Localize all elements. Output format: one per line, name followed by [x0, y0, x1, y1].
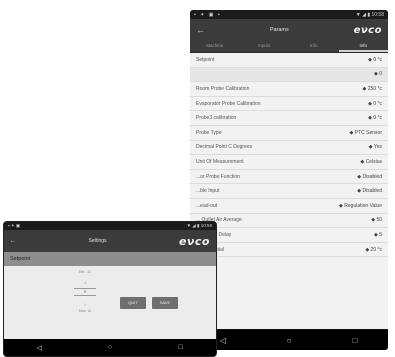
- value-picker[interactable]: Min: -10 -1 0 1 Max: 10: [66, 268, 104, 338]
- list-item[interactable]: ...ead-out ◆ Regulation Value: [190, 199, 388, 214]
- list-item[interactable]: Setpoint ◆ 0 °c: [190, 53, 388, 68]
- back-arrow-icon[interactable]: ←: [196, 25, 205, 35]
- param-label: Probe3 calibration: [196, 115, 237, 122]
- param-value: ◆ 50: [371, 217, 382, 224]
- param-label: ...or Probe Function: [196, 173, 240, 180]
- list-item[interactable]: ◆ 0: [190, 67, 388, 83]
- app-bar: ← Settings eνco: [4, 230, 216, 252]
- param-value: ◆ 0 °c: [368, 115, 382, 122]
- settings-phone: ▪ ✦ ▣ ▪ ▼ ◢ ▮ 10:58 ← Params eνco Machin…: [190, 10, 388, 350]
- param-value: ◆ PTC Sensor: [349, 129, 382, 136]
- evco-logo: eνco: [353, 24, 382, 36]
- list-item[interactable]: Evaporator Probe Calibration ◆ 0 °c: [190, 97, 388, 112]
- parameter-list[interactable]: Setpoint ◆ 0 °c ◆ 0 Room Probe Calibrati…: [190, 53, 388, 329]
- tab-bar: Machine Inputs Info Info: [190, 41, 388, 53]
- quit-button[interactable]: QUIT: [120, 297, 146, 309]
- picker-prev-value[interactable]: -1: [66, 281, 104, 285]
- param-label: Probe Type: [196, 129, 222, 136]
- setpoint-tablet: ▪ ✦ ▣ ▼ ◢ ▮ 10:59 ← Settings eνco Setpoi…: [4, 222, 216, 356]
- param-value: ◆ 5: [373, 231, 382, 238]
- param-value: ◆ Disabled: [357, 173, 382, 180]
- back-triangle-icon[interactable]: ◁: [214, 331, 232, 349]
- tab-info[interactable]: Info: [289, 41, 339, 52]
- list-item[interactable]: Probe3 calibration ◆ 0 °c: [190, 111, 388, 126]
- param-value: ◆ 250 °c: [362, 85, 382, 92]
- status-bar: ▪ ✦ ▣ ▪ ▼ ◢ ▮ 10:58: [190, 10, 388, 19]
- param-value: ◆ Celsius: [360, 158, 382, 165]
- back-triangle-icon[interactable]: ◁: [30, 339, 48, 357]
- param-value: ◆ Disabled: [357, 188, 382, 195]
- picker-current-value[interactable]: 0: [74, 288, 96, 296]
- param-label: ...ead-out: [196, 202, 218, 209]
- evco-logo: eνco: [178, 234, 210, 248]
- setpoint-editor: Min: -10 -1 0 1 Max: 10 QUIT SAVE: [4, 266, 216, 339]
- param-label: Room Probe Calibration: [196, 85, 250, 92]
- list-item[interactable]: ...or Probe Function ◆ Disabled: [190, 170, 388, 185]
- list-item[interactable]: Room Probe Calibration ◆ 250 °c: [190, 82, 388, 97]
- min-label: Min: -10: [78, 270, 92, 274]
- param-label: Evaporator Probe Calibration: [196, 100, 261, 107]
- picker-next-value[interactable]: 1: [66, 303, 104, 307]
- list-item[interactable]: ...ble Input ◆ Disabled: [190, 184, 388, 199]
- list-item[interactable]: ... Outlet Air Average ◆ 50: [190, 214, 388, 229]
- status-bar: ▪ ✦ ▣ ▼ ◢ ▮ 10:59: [4, 222, 216, 230]
- param-value: ◆ 20 °c: [365, 246, 382, 253]
- param-value: ◆ 0 °c: [368, 56, 382, 63]
- max-label: Max: 10: [78, 309, 92, 313]
- notification-icon: ▪: [217, 11, 220, 18]
- system-nav-bar: ◁ ○ □: [190, 330, 388, 350]
- param-value: ◆ 0: [373, 71, 382, 78]
- param-label: Unit Of Measurement: [196, 158, 244, 165]
- system-nav-bar: ◁ ○ □: [4, 339, 216, 356]
- section-header: Setpoint: [4, 252, 216, 266]
- param-value: ◆ 0 °c: [368, 100, 382, 107]
- param-label: ...ble Input: [196, 188, 220, 195]
- list-item[interactable]: Probe Type ◆ PTC Sensor: [190, 126, 388, 141]
- tab-active[interactable]: Info: [338, 41, 388, 52]
- param-value: ◆ Regulation Value: [339, 202, 382, 209]
- list-item[interactable]: Decimal Point C Degrees ◆ Yes: [190, 141, 388, 156]
- status-icons-left: ▪ ✦ ▣: [8, 223, 21, 228]
- home-circle-icon[interactable]: ○: [280, 331, 298, 349]
- bluetooth-icon: ✦: [200, 11, 205, 18]
- param-label: Setpoint: [196, 56, 215, 63]
- page-title: Settings: [88, 238, 107, 244]
- notification-icon: ▪: [194, 11, 196, 18]
- status-icons-left: ▪ ✦ ▣ ▪: [194, 12, 223, 18]
- save-button[interactable]: SAVE: [152, 297, 178, 309]
- param-label: Decimal Point C Degrees: [196, 144, 253, 151]
- list-item[interactable]: ...Differential ◆ 20 °c: [190, 243, 388, 258]
- image-icon: ▣: [208, 11, 214, 18]
- back-arrow-icon[interactable]: ←: [10, 238, 16, 244]
- recent-apps-square-icon[interactable]: □: [172, 339, 190, 357]
- app-bar: ← Params eνco: [190, 19, 388, 41]
- page-title: Params: [269, 27, 289, 33]
- list-item[interactable]: ...ead-out Delay ◆ 5: [190, 228, 388, 243]
- list-item[interactable]: Unit Of Measurement ◆ Celsius: [190, 155, 388, 170]
- recent-apps-square-icon[interactable]: □: [346, 331, 364, 349]
- param-value: ◆ Yes: [368, 144, 382, 151]
- tab-machine[interactable]: Machine: [190, 41, 240, 52]
- tab-inputs[interactable]: Inputs: [240, 41, 290, 52]
- status-icons-right: ▼ ◢ ▮ 10:59: [186, 223, 212, 228]
- status-icons-right: ▼ ◢ ▮ 10:58: [355, 11, 384, 18]
- home-circle-icon[interactable]: ○: [101, 339, 119, 357]
